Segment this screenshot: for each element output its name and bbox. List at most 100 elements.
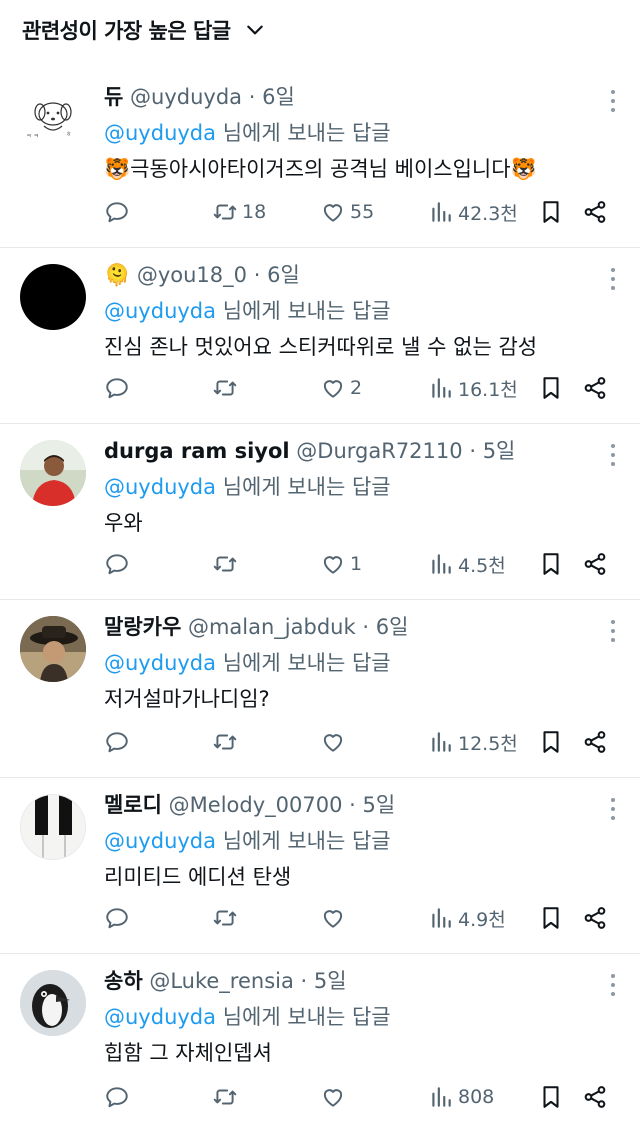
views-button[interactable]: 4.9천 (428, 903, 506, 933)
more-options-icon[interactable] (610, 798, 616, 824)
retweet-button[interactable] (212, 903, 242, 933)
reply-button[interactable] (104, 727, 130, 757)
mention-link[interactable]: @uyduyda (104, 475, 216, 499)
reply-item[interactable]: durga ram siyol @DurgaR72110 · 5일 @uyduy… (0, 424, 640, 600)
replying-to: @uyduyda 님에게 보내는 답글 (104, 470, 626, 504)
handle[interactable]: @DurgaR72110 (296, 439, 462, 463)
views-button[interactable]: 808 (428, 1082, 494, 1112)
avatar[interactable] (20, 440, 86, 506)
reply-button[interactable] (104, 1082, 130, 1112)
avatar[interactable] (20, 794, 86, 860)
timestamp[interactable]: 6일 (376, 615, 409, 639)
more-options-icon[interactable] (610, 90, 616, 116)
timestamp[interactable]: 5일 (314, 969, 347, 993)
reply-button[interactable] (104, 549, 130, 579)
share-button[interactable] (582, 1082, 608, 1112)
analytics-icon (432, 732, 451, 752)
reply-button[interactable] (104, 197, 130, 227)
retweet-icon (213, 734, 237, 750)
bookmark-icon (543, 1086, 559, 1108)
handle[interactable]: @Luke_rensia (149, 969, 294, 993)
reply-item[interactable]: 송하 @Luke_rensia · 5일 @uyduyda 님에게 보내는 답글… (0, 954, 640, 1132)
retweet-count: 18 (242, 201, 267, 223)
avatar[interactable] (20, 616, 86, 682)
share-icon (584, 1086, 606, 1108)
reply-meta: 멜로디 @Melody_00700 · 5일 (104, 790, 626, 820)
reply-item[interactable]: 🫠 @you18_0 · 6일 @uyduyda 님에게 보내는 답글 진심 존… (0, 248, 640, 424)
more-options-icon[interactable] (610, 268, 616, 294)
heart-icon (323, 204, 343, 222)
reply-button[interactable] (104, 903, 130, 933)
bookmark-button[interactable] (538, 1082, 564, 1112)
reply-item[interactable]: 멜로디 @Melody_00700 · 5일 @uyduyda 님에게 보내는 … (0, 778, 640, 954)
separator-dot: · (248, 85, 256, 109)
like-button[interactable] (320, 1082, 350, 1112)
views-button[interactable]: 4.5천 (428, 549, 506, 579)
analytics-icon (432, 908, 451, 928)
display-name[interactable]: 송하 (104, 969, 143, 993)
retweet-button[interactable] (212, 727, 242, 757)
bookmark-button[interactable] (538, 727, 564, 757)
bookmark-button[interactable] (538, 903, 564, 933)
timestamp[interactable]: 6일 (262, 85, 295, 109)
avatar[interactable] (20, 970, 86, 1036)
avatar[interactable]: ㅋ ㅋ ㅎ (20, 86, 86, 152)
retweet-button[interactable] (212, 549, 242, 579)
share-button[interactable] (582, 727, 608, 757)
like-button[interactable]: 1 (320, 549, 362, 579)
heart-icon (323, 910, 343, 928)
view-count: 16.1천 (458, 378, 518, 401)
reply-text: 리미티드 에디션 탄생 (104, 865, 292, 889)
more-options-icon[interactable] (610, 974, 616, 1000)
like-button[interactable] (320, 903, 350, 933)
action-bar: 18 55 42.3천 (104, 197, 614, 227)
mention-link[interactable]: @uyduyda (104, 829, 216, 853)
handle[interactable]: @malan_jabduk (188, 615, 356, 639)
display-name[interactable]: 듀 (104, 85, 123, 109)
more-options-icon[interactable] (610, 444, 616, 470)
timestamp[interactable]: 5일 (483, 439, 516, 463)
chevron-down-icon[interactable] (245, 20, 265, 40)
display-name[interactable]: 멜로디 (104, 793, 162, 817)
view-count: 4.5천 (458, 554, 506, 577)
handle[interactable]: @Melody_00700 (169, 793, 343, 817)
display-name[interactable]: 말랑카우 (104, 615, 181, 639)
mention-link[interactable]: @uyduyda (104, 299, 216, 323)
display-name[interactable]: 🫠 (104, 263, 130, 287)
views-button[interactable]: 42.3천 (428, 197, 518, 227)
more-options-icon[interactable] (610, 620, 616, 646)
reply-item[interactable]: 말랑카우 @malan_jabduk · 6일 @uyduyda 님에게 보내는… (0, 600, 640, 778)
display-name[interactable]: durga ram siyol (104, 439, 290, 463)
timestamp[interactable]: 5일 (363, 793, 396, 817)
share-button[interactable] (582, 903, 608, 933)
share-button[interactable] (582, 549, 608, 579)
view-count: 808 (458, 1086, 495, 1108)
like-button[interactable] (320, 727, 350, 757)
mention-link[interactable]: @uyduyda (104, 651, 216, 675)
views-button[interactable]: 12.5천 (428, 727, 518, 757)
views-button[interactable]: 16.1천 (428, 373, 518, 403)
reply-button[interactable] (104, 373, 130, 403)
share-button[interactable] (582, 373, 608, 403)
handle[interactable]: @uyduyda (130, 85, 242, 109)
timestamp[interactable]: 6일 (267, 263, 300, 287)
replying-to: @uyduyda 님에게 보내는 답글 (104, 824, 626, 858)
bookmark-button[interactable] (538, 373, 564, 403)
bookmark-button[interactable] (538, 549, 564, 579)
replies-sort-header[interactable]: 관련성이 가장 높은 답글 (0, 0, 640, 60)
retweet-button[interactable] (212, 373, 242, 403)
share-button[interactable] (582, 197, 608, 227)
avatar[interactable] (20, 264, 86, 330)
handle[interactable]: @you18_0 (137, 263, 247, 287)
retweet-icon (213, 380, 237, 396)
share-icon (584, 201, 606, 223)
like-button[interactable]: 2 (320, 373, 362, 403)
like-button[interactable]: 55 (320, 197, 374, 227)
retweet-button[interactable]: 18 (212, 197, 266, 227)
reply-item[interactable]: ㅋ ㅋ ㅎ 듀 @uyduyda · 6일 @uyduyda 님에게 보내는 답… (0, 70, 640, 248)
retweet-button[interactable] (212, 1082, 242, 1112)
reply-icon (106, 378, 128, 399)
mention-link[interactable]: @uyduyda (104, 1005, 216, 1029)
mention-link[interactable]: @uyduyda (104, 121, 216, 145)
bookmark-button[interactable] (538, 197, 564, 227)
